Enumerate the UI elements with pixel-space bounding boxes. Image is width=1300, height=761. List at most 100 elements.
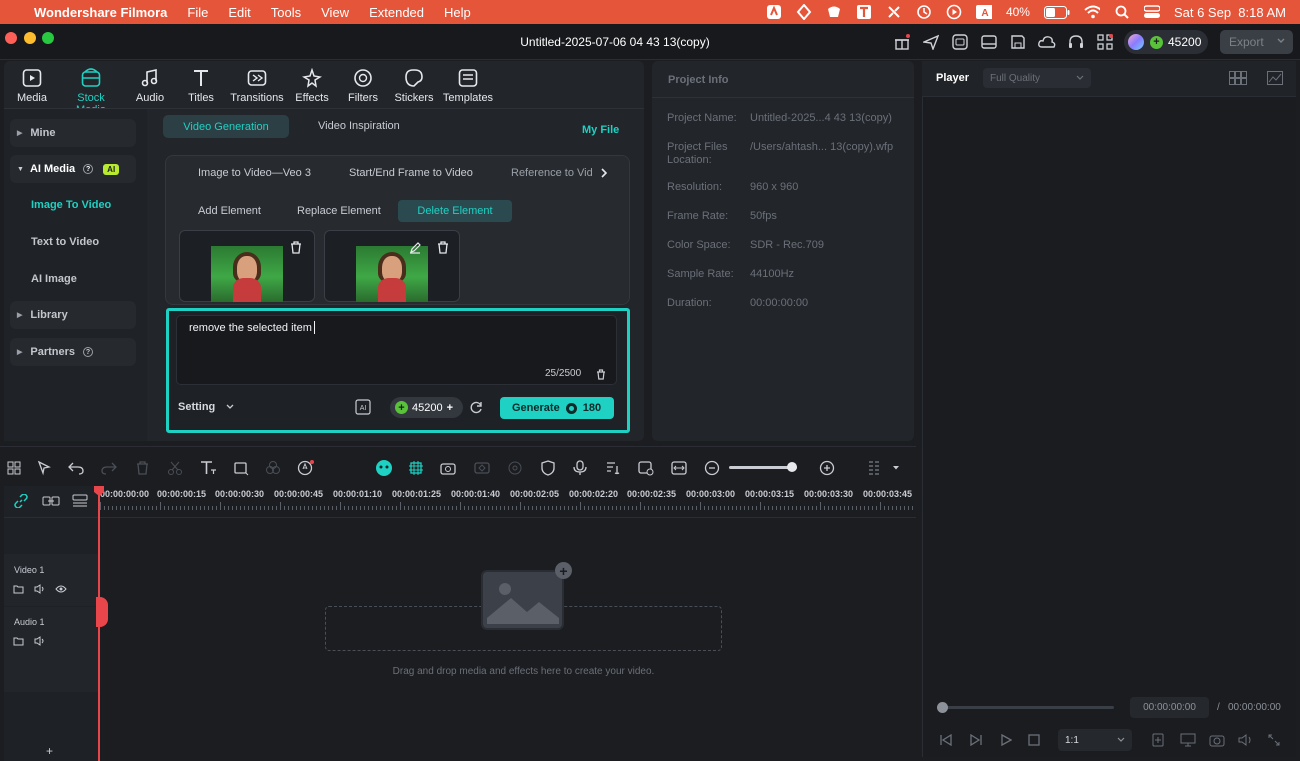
track-manager-icon[interactable]: [72, 494, 88, 508]
layout-icon[interactable]: [980, 33, 998, 51]
quality-dropdown[interactable]: Full Quality: [983, 68, 1091, 88]
timeline-ruler[interactable]: [100, 500, 914, 514]
save-icon[interactable]: [1009, 33, 1027, 51]
sidebar-item-ai-image[interactable]: AI Image: [31, 273, 77, 285]
crop-icon[interactable]: [231, 458, 251, 478]
add-track-icon[interactable]: +: [46, 744, 53, 758]
delete-icon[interactable]: [290, 241, 302, 254]
sidebar-item-mine[interactable]: ▶ Mine: [10, 119, 136, 147]
tab-templates[interactable]: Templates: [441, 66, 495, 104]
tab-audio[interactable]: Audio: [123, 66, 177, 104]
undo-icon[interactable]: [66, 458, 86, 478]
display-icon[interactable]: [1180, 733, 1196, 747]
menu-view[interactable]: View: [321, 5, 349, 20]
tab-stickers[interactable]: Stickers: [387, 66, 441, 104]
menu-extended[interactable]: Extended: [369, 5, 424, 20]
subtitle-icon[interactable]: [636, 458, 656, 478]
speaker-icon[interactable]: [34, 584, 46, 594]
chevron-right-icon[interactable]: [599, 167, 609, 179]
play-status-icon[interactable]: [946, 4, 962, 20]
fit-timeline-icon[interactable]: [669, 458, 689, 478]
auto-reframe-icon[interactable]: [438, 458, 458, 478]
menu-tools[interactable]: Tools: [271, 5, 301, 20]
sidebar-item-partners[interactable]: ▶ Partners ?: [10, 338, 136, 366]
input-source-icon[interactable]: A: [975, 4, 992, 20]
mode-tab-start-end-frame[interactable]: Start/End Frame to Video: [349, 167, 473, 179]
scopes-icon[interactable]: [1267, 71, 1283, 85]
keyframe-icon[interactable]: [472, 458, 492, 478]
text-to-speech-icon[interactable]: [603, 458, 623, 478]
sidebar-item-ai-media[interactable]: ▼ AI Media ? AI: [10, 155, 136, 183]
ai-assistant-icon[interactable]: [951, 33, 969, 51]
gift-icon[interactable]: [893, 33, 911, 51]
microphone-icon[interactable]: [570, 458, 590, 478]
sidebar-item-text-to-video[interactable]: Text to Video: [31, 236, 99, 248]
tab-titles[interactable]: Titles: [174, 66, 228, 104]
aspect-ratio-dropdown[interactable]: 1:1: [1058, 729, 1132, 751]
send-icon[interactable]: [922, 33, 940, 51]
speaker-icon[interactable]: [34, 636, 46, 646]
mode-tab-image-to-video[interactable]: Image to Video—Veo 3: [198, 167, 311, 179]
spotlight-search-icon[interactable]: [1114, 4, 1130, 20]
help-icon[interactable]: ?: [83, 347, 94, 357]
motion-track-icon[interactable]: [505, 458, 525, 478]
add-media-icon[interactable]: +: [555, 562, 572, 579]
folder-icon[interactable]: [13, 636, 24, 646]
sidebar-item-library[interactable]: ▶ Library: [10, 301, 136, 329]
zoom-out-icon[interactable]: [702, 458, 722, 478]
tab-filters[interactable]: Filters: [336, 66, 390, 104]
folder-icon[interactable]: [13, 584, 24, 594]
mask-image-thumbnail[interactable]: [324, 230, 460, 302]
redo-icon[interactable]: [99, 458, 119, 478]
prompt-input[interactable]: remove the selected item 25/2500: [176, 315, 617, 385]
color-icon[interactable]: [263, 458, 283, 478]
status-app-icon-4[interactable]: [886, 4, 902, 20]
tab-video-inspiration[interactable]: Video Inspiration: [318, 120, 400, 132]
wifi-icon[interactable]: [1084, 4, 1100, 20]
ai-effect-icon[interactable]: [296, 458, 316, 478]
delete-icon[interactable]: [132, 458, 152, 478]
status-app-icon-2[interactable]: [796, 4, 812, 20]
tab-effects[interactable]: Effects: [285, 66, 339, 104]
layout-grid-icon[interactable]: [4, 458, 24, 478]
stop-icon[interactable]: [1028, 734, 1040, 746]
ai-prompt-icon[interactable]: AI: [355, 399, 371, 415]
delete-icon[interactable]: [437, 241, 449, 254]
menu-help[interactable]: Help: [444, 5, 471, 20]
edit-pencil-icon[interactable]: [409, 241, 421, 254]
fullscreen-icon[interactable]: [1268, 734, 1280, 746]
next-frame-icon[interactable]: [969, 734, 983, 746]
time-machine-icon[interactable]: [916, 4, 932, 20]
more-options-icon[interactable]: [864, 458, 884, 478]
sidebar-item-image-to-video[interactable]: Image To Video: [31, 199, 111, 211]
delete-element-tab[interactable]: Delete Element: [398, 200, 512, 222]
mask-shield-icon[interactable]: [538, 458, 558, 478]
account-credits[interactable]: + 45200: [1124, 30, 1208, 54]
tab-transitions[interactable]: Transitions: [230, 66, 284, 104]
clear-prompt-icon[interactable]: [596, 369, 606, 380]
mode-tab-reference-to-video[interactable]: Reference to Vid: [511, 167, 593, 179]
previous-frame-icon[interactable]: [939, 734, 953, 746]
credits-pill[interactable]: + 45200 +: [390, 397, 463, 418]
ai-cutout-icon[interactable]: [406, 458, 426, 478]
scissors-marker-icon[interactable]: [96, 597, 108, 627]
status-app-icon[interactable]: [766, 4, 782, 20]
text-icon[interactable]: [856, 4, 872, 20]
my-file-link[interactable]: My File: [582, 124, 619, 136]
battery-icon[interactable]: [1043, 5, 1070, 19]
scrubber-handle[interactable]: [937, 702, 948, 713]
select-tool-icon[interactable]: [35, 458, 55, 478]
play-icon[interactable]: [1000, 734, 1012, 746]
cloud-icon[interactable]: [1038, 33, 1056, 51]
add-element-tab[interactable]: Add Element: [198, 205, 261, 217]
source-image-thumbnail[interactable]: [179, 230, 315, 302]
menu-clock[interactable]: Sat 6 Sep 8:18 AM: [1174, 5, 1286, 20]
snapshot-icon[interactable]: [1209, 733, 1225, 747]
support-headset-icon[interactable]: [1067, 33, 1085, 51]
help-icon[interactable]: ?: [83, 164, 94, 174]
volume-icon[interactable]: [1238, 733, 1254, 747]
current-time-field[interactable]: 00:00:00:00: [1130, 697, 1209, 718]
zoom-in-icon[interactable]: [817, 458, 837, 478]
add-marker-icon[interactable]: [1152, 733, 1164, 747]
export-button[interactable]: Export: [1220, 30, 1293, 54]
